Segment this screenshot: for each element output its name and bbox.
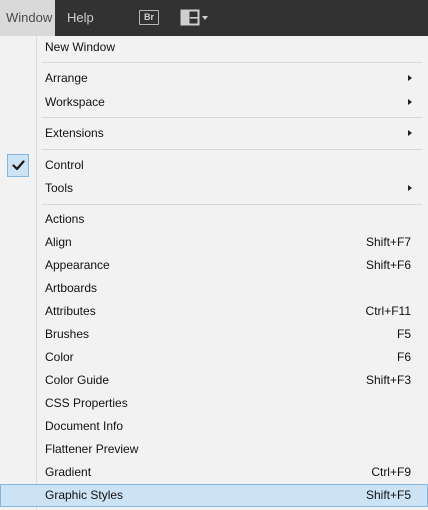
menu-item-arrange[interactable]: Arrange xyxy=(0,67,428,90)
submenu-arrow-icon xyxy=(408,99,412,105)
menu-item-gradient[interactable]: Gradient Ctrl+F9 xyxy=(0,461,428,484)
menu-item-label: Workspace xyxy=(45,95,105,109)
chevron-down-icon xyxy=(202,16,208,20)
menu-item-label: Flattener Preview xyxy=(45,442,139,456)
menu-item-align[interactable]: Align Shift+F7 xyxy=(0,231,428,254)
menu-item-label: New Window xyxy=(45,40,116,54)
menu-separator xyxy=(42,149,422,150)
menu-item-shortcut: Shift+F7 xyxy=(365,235,411,249)
workspace-switcher[interactable] xyxy=(180,9,220,27)
menu-item-color-guide[interactable]: Color Guide Shift+F3 xyxy=(0,369,428,392)
menu-item-label: Color xyxy=(45,350,74,364)
menu-item-shortcut: Shift+F5 xyxy=(365,488,411,502)
menu-item-document-info[interactable]: Document Info xyxy=(0,415,428,438)
menu-item-control[interactable]: Control xyxy=(0,154,428,177)
menu-item-attributes[interactable]: Attributes Ctrl+F11 xyxy=(0,300,428,323)
bridge-button[interactable]: Br xyxy=(139,10,159,25)
menu-separator xyxy=(42,117,422,118)
submenu-arrow-icon xyxy=(408,185,412,191)
menu-item-flattener-preview[interactable]: Flattener Preview xyxy=(0,438,428,461)
menu-item-label: Tools xyxy=(45,181,74,195)
menu-item-shortcut: F6 xyxy=(396,350,411,364)
menu-item-shortcut: Ctrl+F9 xyxy=(371,465,411,479)
menu-item-actions[interactable]: Actions xyxy=(0,208,428,231)
menu-separator xyxy=(42,62,422,63)
menu-item-label: Align xyxy=(45,235,72,249)
menu-item-shortcut: Ctrl+F11 xyxy=(365,304,411,318)
menu-item-tools[interactable]: Tools xyxy=(0,177,428,200)
menu-item-shortcut: F5 xyxy=(396,327,411,341)
menu-item-label: Gradient xyxy=(45,465,92,479)
menu-item-color[interactable]: Color F6 xyxy=(0,346,428,369)
menu-item-css-properties[interactable]: CSS Properties xyxy=(0,392,428,415)
menu-item-label: Graphic Styles xyxy=(45,488,124,502)
menu-help[interactable]: Help xyxy=(67,0,94,36)
menu-item-workspace[interactable]: Workspace xyxy=(0,91,428,114)
menu-item-graphic-styles[interactable]: Graphic Styles Shift+F5 xyxy=(0,484,428,507)
workspace-layout-icon xyxy=(180,9,208,26)
menu-item-label: CSS Properties xyxy=(45,396,128,410)
menu-item-label: Control xyxy=(45,158,84,172)
menu-bar: Window Help Br xyxy=(0,0,428,37)
menu-item-label: Color Guide xyxy=(45,373,110,387)
menu-item-label: Appearance xyxy=(45,258,110,272)
menu-item-label: Attributes xyxy=(45,304,96,318)
menu-item-label: Arrange xyxy=(45,71,88,85)
menu-separator xyxy=(42,204,422,205)
menu-item-shortcut: Shift+F3 xyxy=(365,373,411,387)
menu-item-label: Artboards xyxy=(45,281,98,295)
submenu-arrow-icon xyxy=(408,75,412,81)
menu-item-appearance[interactable]: Appearance Shift+F6 xyxy=(0,254,428,277)
menu-item-new-window[interactable]: New Window xyxy=(0,36,428,59)
menu-item-shortcut: Shift+F6 xyxy=(365,258,411,272)
menu-item-label: Extensions xyxy=(45,126,104,140)
menu-item-label: Brushes xyxy=(45,327,90,341)
menu-item-label: Actions xyxy=(45,212,85,226)
menu-item-extensions[interactable]: Extensions xyxy=(0,122,428,145)
menu-item-label: Document Info xyxy=(45,419,124,433)
menu-window[interactable]: Window xyxy=(0,0,56,36)
submenu-arrow-icon xyxy=(408,130,412,136)
checkmark-icon xyxy=(7,154,29,177)
menu-item-artboards[interactable]: Artboards xyxy=(0,277,428,300)
window-menu-dropdown: New Window Arrange Workspace Extensions … xyxy=(0,36,428,510)
menu-item-brushes[interactable]: Brushes F5 xyxy=(0,323,428,346)
